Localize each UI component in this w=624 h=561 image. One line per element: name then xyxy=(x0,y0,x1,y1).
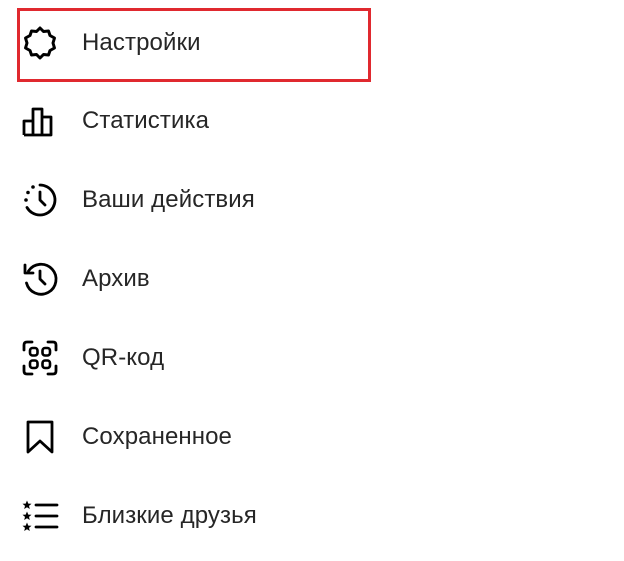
menu-item-label: Близкие друзья xyxy=(82,502,257,529)
archive-history-icon xyxy=(20,259,60,299)
menu-item-archive[interactable]: Архив xyxy=(0,247,624,311)
menu-item-settings[interactable]: Настройки xyxy=(0,11,624,75)
menu-item-saved[interactable]: Сохраненное xyxy=(0,405,624,469)
close-friends-list-icon xyxy=(20,496,60,536)
menu-item-label: QR-код xyxy=(82,344,165,371)
profile-menu: Настройки Статистика Ваши действия Архив… xyxy=(0,0,624,561)
menu-item-statistics[interactable]: Статистика xyxy=(0,89,624,153)
menu-item-label: Настройки xyxy=(82,29,201,56)
activity-clock-icon xyxy=(20,180,60,220)
gear-icon xyxy=(20,23,60,63)
menu-item-label: Статистика xyxy=(82,107,210,134)
menu-item-qr-code[interactable]: QR-код xyxy=(0,326,624,390)
bookmark-icon xyxy=(20,417,60,457)
menu-item-label: Архив xyxy=(82,265,150,292)
menu-item-label: Ваши действия xyxy=(82,186,255,213)
menu-item-label: Сохраненное xyxy=(82,423,233,450)
menu-item-your-activity[interactable]: Ваши действия xyxy=(0,168,624,232)
menu-item-close-friends[interactable]: Близкие друзья xyxy=(0,484,624,548)
bar-chart-icon xyxy=(20,101,60,141)
qr-code-icon xyxy=(20,338,60,378)
